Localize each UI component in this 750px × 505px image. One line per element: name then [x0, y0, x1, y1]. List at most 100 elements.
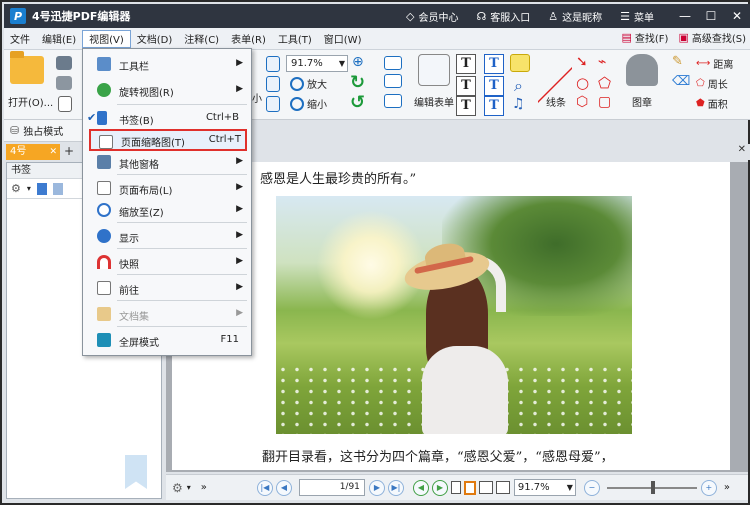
save-icon[interactable]: [56, 56, 72, 70]
cloud-icon[interactable]: ⬡: [576, 94, 588, 110]
zoom-slider[interactable]: [606, 480, 697, 494]
menu-view[interactable]: 视图(V): [82, 29, 131, 48]
bookmark-add-icon[interactable]: [36, 182, 47, 195]
arrow-shape-icon[interactable]: ➘: [576, 54, 588, 70]
text-field-icon[interactable]: T: [456, 76, 476, 96]
rotate-left-icon[interactable]: ↺: [350, 92, 365, 113]
exclusive-mode-button[interactable]: 独占模式: [23, 123, 63, 138]
insert-image-icon[interactable]: [384, 94, 402, 108]
menu-comment[interactable]: 注释(C): [178, 30, 225, 48]
magnifier-icon[interactable]: ⊕: [352, 54, 364, 70]
rotate-right-icon[interactable]: ↻: [350, 72, 365, 93]
fit-page-icon[interactable]: [266, 56, 280, 72]
perimeter-button[interactable]: ⬠ 周长: [696, 76, 728, 91]
eraser-icon[interactable]: ⌫: [672, 74, 690, 89]
single-page-icon[interactable]: [450, 481, 461, 494]
area-button[interactable]: ⬟ 面积: [696, 96, 728, 111]
menu-item-snapshot[interactable]: 快照 ▶: [83, 251, 251, 273]
close-window-button[interactable]: ✕: [724, 4, 750, 28]
menu-form[interactable]: 表单(R): [225, 30, 272, 48]
insert-text-icon[interactable]: [384, 74, 402, 88]
strikethrough-icon[interactable]: T: [484, 76, 504, 96]
menu-item-display[interactable]: 显示 ▶: [83, 225, 251, 247]
polygon-icon[interactable]: ⬠: [598, 74, 611, 92]
gear-icon[interactable]: ⚙: [172, 481, 183, 495]
note-icon[interactable]: [510, 54, 530, 72]
tab-close-icon[interactable]: ✕: [49, 144, 57, 160]
distance-button[interactable]: ⟷ 距离: [696, 56, 733, 71]
stamp-button[interactable]: 图章: [632, 94, 652, 109]
pencil-icon[interactable]: ✎: [672, 54, 683, 69]
new-tab-button[interactable]: +: [64, 145, 76, 158]
zoom-select[interactable]: 91.7% ▼: [286, 55, 348, 72]
forward-button[interactable]: ▶: [431, 479, 448, 496]
menu-item-bookmarks[interactable]: ✔ 书签(B) Ctrl+B: [83, 107, 251, 129]
text-box-icon[interactable]: T: [456, 54, 476, 74]
document-viewport[interactable]: 感恩是人生最珍贵的所有。” 翻开目录看，这书分为四个篇章，“感恩父爱”，“感恩母…: [166, 162, 748, 472]
line-button[interactable]: 线条: [546, 94, 566, 109]
chevron-down-icon[interactable]: ▾: [27, 184, 31, 193]
menu-item-portfolio[interactable]: 文档集 ▶: [83, 303, 251, 325]
menu-item-go-to[interactable]: 前往 ▶: [83, 277, 251, 299]
last-page-button[interactable]: ▶|: [387, 479, 404, 496]
bookmark-delete-icon[interactable]: [52, 182, 63, 195]
support-link[interactable]: ☊ 客服入口: [476, 9, 530, 24]
back-button[interactable]: ◀: [412, 479, 429, 496]
minimize-button[interactable]: —: [672, 4, 698, 28]
print-icon[interactable]: [56, 76, 72, 90]
page-number-input[interactable]: 1/91: [298, 479, 365, 496]
menu-tools[interactable]: 工具(T): [272, 30, 318, 48]
menu-file[interactable]: 文件: [4, 30, 36, 48]
next-page-button[interactable]: ▶: [368, 479, 385, 496]
continuous-page-icon[interactable]: [463, 480, 476, 495]
underline-icon[interactable]: T: [484, 96, 504, 116]
stamp-icon[interactable]: [626, 54, 658, 86]
first-page-button[interactable]: |◀: [256, 479, 273, 496]
attachment-icon[interactable]: ⌕: [514, 76, 523, 96]
zoom-in-small-button[interactable]: +: [700, 479, 717, 496]
open-button[interactable]: 打开(O)...: [8, 94, 53, 109]
menu-edit[interactable]: 编辑(E): [36, 30, 82, 48]
select-text-icon[interactable]: [384, 56, 402, 70]
edit-form-icon[interactable]: [418, 54, 450, 86]
menu-window[interactable]: 窗口(W): [318, 30, 368, 48]
edit-form-button[interactable]: 编辑表单: [414, 94, 454, 109]
rectangle-icon[interactable]: ▢: [598, 94, 611, 110]
status-zoom-select[interactable]: 91.7% ▼: [513, 479, 576, 496]
zoom-out-small-button[interactable]: −: [583, 479, 600, 496]
zoom-out-button[interactable]: 缩小: [290, 96, 327, 111]
zoom-in-button[interactable]: 放大: [290, 76, 327, 91]
menu-document[interactable]: 文档(D): [131, 30, 179, 48]
callout-icon[interactable]: T: [456, 96, 476, 116]
menu-item-rotate-view[interactable]: 旋转视图(R) ▶: [83, 79, 251, 101]
menu-link[interactable]: ☰ 菜单: [620, 9, 654, 24]
facing-pages-icon[interactable]: [478, 481, 493, 494]
expand-icon[interactable]: »: [201, 482, 207, 493]
prev-page-button[interactable]: ◀: [275, 479, 292, 496]
chevron-down-icon[interactable]: ▾: [187, 483, 191, 492]
menu-item-toolbar[interactable]: 工具栏 ▶: [83, 53, 251, 75]
zoom-slider-knob[interactable]: [650, 480, 655, 494]
find-button[interactable]: ▤ 查找(F): [621, 30, 668, 45]
maximize-button[interactable]: ☐: [698, 4, 724, 28]
menu-item-zoom-to[interactable]: 缩放至(Z) ▶: [83, 199, 251, 221]
close-document-button[interactable]: ✕: [738, 144, 746, 155]
advanced-find-button[interactable]: ▣ 高级查找(S): [678, 30, 746, 45]
menu-item-other-panes[interactable]: 其他窗格 ▶: [83, 151, 251, 173]
menu-item-fullscreen[interactable]: 全屏模式 F11: [83, 329, 251, 351]
sound-icon[interactable]: ♫: [512, 96, 525, 112]
actual-size-icon[interactable]: [266, 96, 280, 112]
member-center-link[interactable]: ◇ 会员中心: [406, 9, 458, 24]
fit-width-icon[interactable]: [266, 76, 280, 92]
ellipse-icon[interactable]: ○: [576, 74, 589, 92]
polyline-icon[interactable]: ⌁: [598, 54, 606, 70]
document-tab[interactable]: 4号 ✕: [6, 144, 60, 160]
menu-item-page-layout[interactable]: 页面布局(L) ▶: [83, 177, 251, 199]
continuous-facing-icon[interactable]: [495, 481, 510, 494]
export-icon[interactable]: [58, 96, 72, 112]
typewriter-icon[interactable]: T: [484, 54, 504, 74]
menu-item-page-thumbnails[interactable]: 页面缩略图(T) Ctrl+T: [89, 129, 247, 151]
gear-icon[interactable]: ⚙: [11, 182, 21, 195]
open-folder-icon[interactable]: [10, 51, 44, 84]
expand-icon[interactable]: »: [724, 482, 730, 493]
